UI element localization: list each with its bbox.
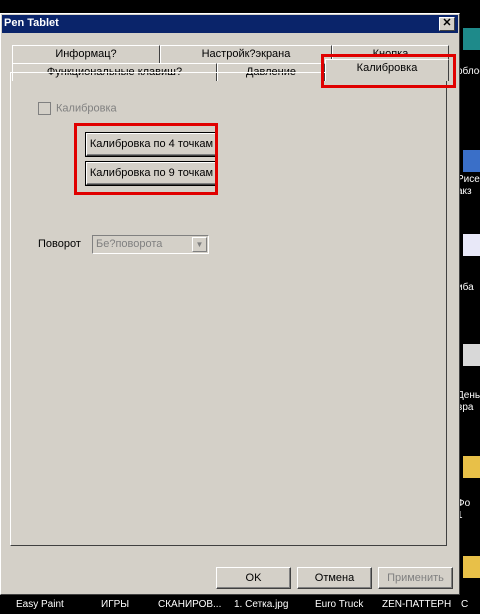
tab-screen-settings[interactable]: Настройк?экрана [160, 45, 332, 63]
calibrate-9-points-button[interactable]: Калибровка по 9 точкам [85, 161, 218, 186]
taskbar-item[interactable]: СКАНИРОВ... [158, 599, 221, 610]
desktop-label: акз [457, 186, 472, 197]
shortcut-icon[interactable] [463, 344, 480, 366]
taskbar-item[interactable]: Easy Paint [16, 599, 64, 610]
window-title: Pen Tablet [4, 17, 59, 29]
app-icon[interactable] [463, 28, 480, 50]
paint-icon[interactable] [463, 150, 480, 172]
desktop-label: иба [457, 282, 474, 293]
taskbar: Easy Paint ИГРЫ СКАНИРОВ... 1. Сетка.jpg… [0, 596, 480, 614]
desktop-label: Фо [457, 498, 471, 509]
chevron-down-icon[interactable]: ▼ [192, 237, 207, 252]
taskbar-item[interactable]: 1. Сетка.jpg [234, 599, 288, 610]
desktop-label: 1 [457, 510, 480, 521]
rotation-label: Поворот [38, 238, 81, 250]
desktop-label: вра [457, 402, 474, 413]
calibration-checkbox[interactable] [38, 102, 51, 115]
calibration-checkbox-label: Калибровка [56, 102, 117, 115]
taskbar-item[interactable]: Euro Truck [315, 599, 363, 610]
rotation-select-value: Бе?поворота [96, 238, 163, 250]
folder-icon[interactable] [463, 456, 480, 478]
rotation-select[interactable]: Бе?поворота ▼ [92, 235, 209, 254]
desktop-label: Рисе [457, 174, 480, 185]
taskbar-item[interactable]: ZEN-ПАТТЕРН [382, 599, 451, 610]
cancel-button[interactable]: Отмена [297, 567, 372, 589]
desktop-strip: облос Рисе акз иба День вра Фо 1 [457, 0, 480, 614]
close-button[interactable]: ✕ [439, 17, 455, 31]
calibrate-4-points-button[interactable]: Калибровка по 4 точкам [85, 132, 218, 157]
desktop-label: облос [457, 66, 480, 77]
document-icon[interactable] [463, 234, 480, 256]
desktop-label: День [457, 390, 480, 401]
ok-button[interactable]: OK [216, 567, 291, 589]
tab-calibration[interactable]: Калибровка [325, 59, 449, 81]
taskbar-item[interactable]: ИГРЫ [101, 599, 129, 610]
calibration-checkbox-row[interactable]: Калибровка [38, 102, 117, 115]
tab-info[interactable]: Информац? [12, 45, 160, 63]
close-icon: ✕ [442, 17, 452, 29]
title-bar[interactable]: Pen Tablet ✕ [2, 15, 458, 33]
folder-icon[interactable] [463, 556, 480, 578]
apply-button[interactable]: Применить [378, 567, 453, 589]
tab-panel [10, 72, 447, 546]
taskbar-item[interactable]: С [461, 599, 468, 610]
